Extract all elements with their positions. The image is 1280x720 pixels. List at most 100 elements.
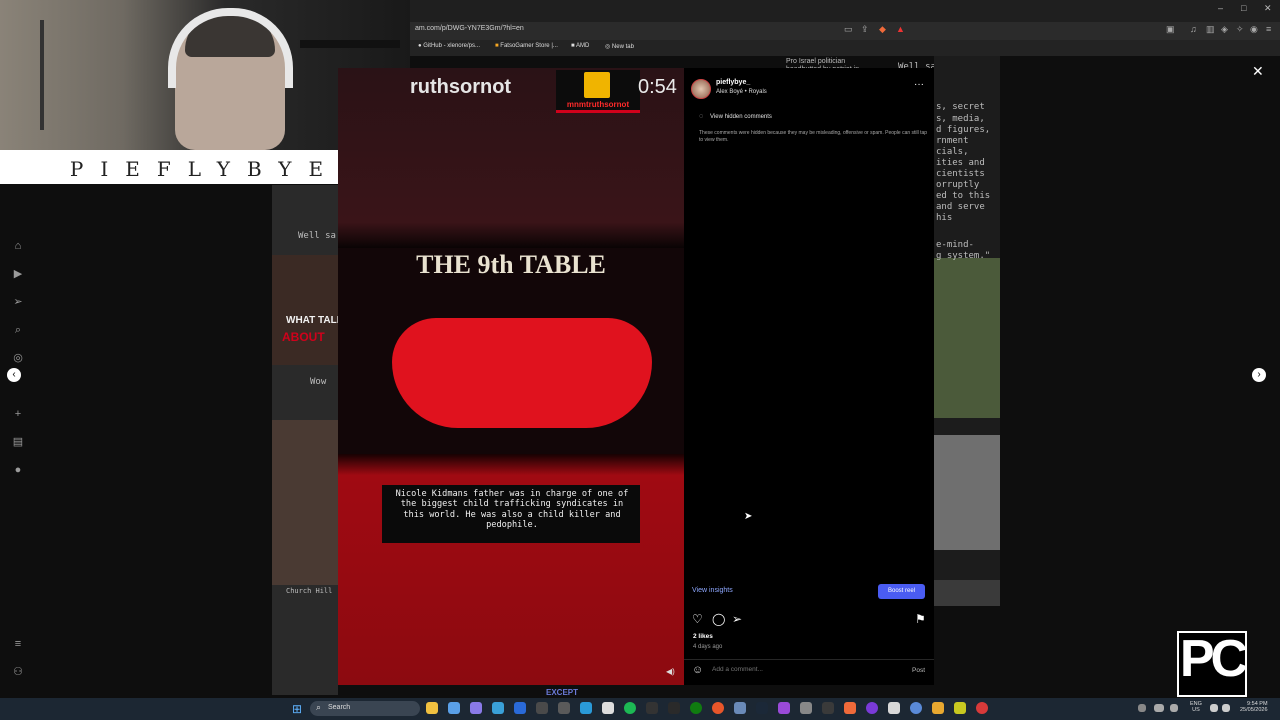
create-icon[interactable]: + — [11, 407, 25, 421]
brave-taskbar-icon[interactable] — [844, 702, 856, 714]
bookmark-github[interactable]: ● GitHub - xlenore/ps... — [418, 43, 480, 49]
like-icon[interactable]: ♡ — [692, 612, 703, 626]
app-icon[interactable] — [778, 702, 790, 714]
profile-avatar-icon[interactable]: ● — [11, 463, 25, 477]
view-hidden-comments-link[interactable]: View hidden comments — [710, 114, 772, 120]
feed-text: ABOUT — [282, 330, 325, 344]
share-post-icon[interactable]: ➢ — [732, 612, 742, 626]
taskbar-search[interactable] — [310, 701, 420, 716]
rewards-icon[interactable]: ▲ — [896, 24, 905, 34]
app-icon[interactable] — [888, 702, 900, 714]
boost-reel-button[interactable]: Boost reel — [878, 584, 925, 599]
wallet-icon[interactable]: ◈ — [1221, 24, 1228, 35]
app-icon[interactable] — [492, 702, 504, 714]
app-icon[interactable] — [734, 702, 746, 714]
store-app-icon[interactable] — [448, 702, 460, 714]
share-icon[interactable]: ⇪ — [861, 24, 869, 35]
bookmark-fatsogamer[interactable]: ■ FatsoGamer Store |... — [495, 43, 558, 49]
app-icon[interactable] — [866, 702, 878, 714]
author-username[interactable]: pieflybye_ — [716, 79, 750, 86]
more-menu-icon[interactable]: ≡ — [11, 637, 25, 651]
audio-icon[interactable]: ◀) — [666, 667, 675, 676]
search-icon: ⌕ — [316, 702, 322, 712]
window-close-icon[interactable]: ✕ — [1264, 3, 1272, 14]
direct-icon[interactable]: ➢ — [11, 295, 25, 309]
vpn-icon[interactable]: ◉ — [1250, 24, 1258, 35]
app-icon[interactable] — [800, 702, 812, 714]
taskbar — [0, 698, 1280, 720]
cloud-icon[interactable] — [1154, 704, 1164, 712]
previous-post-icon[interactable]: ‹ — [7, 368, 21, 382]
emoji-icon[interactable]: ☺ — [692, 664, 703, 676]
feed-thumbnail — [934, 435, 1000, 550]
taskbar-search-label: Search — [328, 704, 351, 711]
post-comment-button[interactable]: Post — [912, 667, 925, 674]
feed-text: EXCEPT — [546, 688, 579, 697]
dashboard-icon[interactable]: ▤ — [11, 435, 25, 449]
view-insights-link[interactable]: View insights — [692, 587, 733, 594]
volume-icon[interactable] — [1222, 704, 1230, 712]
scene-title: THE 9th TABLE — [416, 250, 606, 279]
reel-caption: Nicole Kidmans father was in charge of o… — [395, 489, 629, 530]
extensions-icon[interactable]: ▥ — [1206, 24, 1215, 35]
home-icon[interactable]: ⌂ — [11, 239, 25, 253]
feed-text: Wow — [310, 377, 327, 387]
brave-shield-icon[interactable]: ◆ — [879, 24, 886, 35]
app-icon[interactable] — [932, 702, 944, 714]
app-icon[interactable] — [470, 702, 482, 714]
bookmark-amd[interactable]: ■ AMD — [571, 43, 589, 49]
feed-thumbnail — [934, 258, 1000, 418]
tray-app-icon[interactable] — [1170, 704, 1178, 712]
menu-icon[interactable]: ≡ — [1266, 24, 1271, 34]
network-icon[interactable] — [1210, 704, 1218, 712]
leo-icon[interactable]: ✧ — [1236, 24, 1244, 35]
reel-handle-text: ruthsornot — [410, 76, 512, 98]
windows-start-icon[interactable]: ⊞ — [292, 702, 302, 716]
cast-icon[interactable]: ▭ — [844, 24, 853, 35]
app-icon[interactable] — [602, 702, 614, 714]
post-time: 4 days ago — [693, 644, 723, 650]
system-clock[interactable]: 9:54 PM 25/05/2026 — [1240, 701, 1268, 713]
divider — [684, 659, 934, 660]
tray-chevron-icon[interactable] — [1138, 704, 1146, 712]
explore-icon[interactable]: ◎ — [11, 351, 25, 365]
comment-input[interactable] — [712, 666, 892, 673]
spotify-icon[interactable] — [624, 702, 636, 714]
minimize-icon[interactable]: – — [1218, 3, 1223, 13]
telegram-icon[interactable] — [580, 702, 592, 714]
app-icon[interactable] — [558, 702, 570, 714]
threads-icon[interactable]: ⚇ — [11, 665, 25, 679]
app-icon[interactable] — [668, 702, 680, 714]
reel-logo-emblem — [584, 72, 610, 98]
author-avatar[interactable] — [691, 79, 711, 99]
app-icon[interactable] — [712, 702, 724, 714]
comment-icon[interactable]: ◯ — [712, 612, 725, 626]
input-language[interactable]: ENG US — [1190, 701, 1202, 713]
bookmark-icon[interactable]: ⚑ — [915, 612, 926, 626]
terminal-icon[interactable] — [646, 702, 658, 714]
file-explorer-icon[interactable] — [426, 702, 438, 714]
feed-text: WHAT TALK — [286, 315, 344, 326]
app-icon[interactable] — [954, 702, 966, 714]
media-icon[interactable]: ♫ — [1190, 24, 1197, 34]
sidebar-toggle-icon[interactable]: ▣ — [1166, 24, 1175, 35]
maximize-icon[interactable]: □ — [1241, 3, 1246, 13]
app-icon[interactable] — [514, 702, 526, 714]
app-icon[interactable] — [536, 702, 548, 714]
url-text[interactable]: am.com/p/DWG-YN7E3Gm/?hl=en — [415, 25, 524, 32]
feed-thumbnail — [272, 420, 338, 585]
mouse-cursor-icon: ➤ — [744, 511, 753, 522]
steam-icon[interactable] — [756, 702, 768, 714]
close-modal-icon[interactable]: ✕ — [1252, 63, 1264, 80]
audio-track[interactable]: Alex Boyé • Royals — [716, 89, 767, 95]
search-nav-icon[interactable]: ⌕ — [11, 323, 25, 337]
app-icon[interactable] — [976, 702, 988, 714]
reels-icon[interactable]: ▶ — [11, 267, 25, 281]
next-post-icon[interactable]: › — [1252, 368, 1266, 382]
likes-count[interactable]: 2 likes — [693, 633, 713, 640]
app-icon[interactable] — [910, 702, 922, 714]
app-icon[interactable] — [822, 702, 834, 714]
xbox-icon[interactable] — [690, 702, 702, 714]
more-options-icon[interactable]: ··· — [914, 79, 924, 90]
bookmark-new-tab[interactable]: ◎ New tab — [605, 43, 634, 50]
